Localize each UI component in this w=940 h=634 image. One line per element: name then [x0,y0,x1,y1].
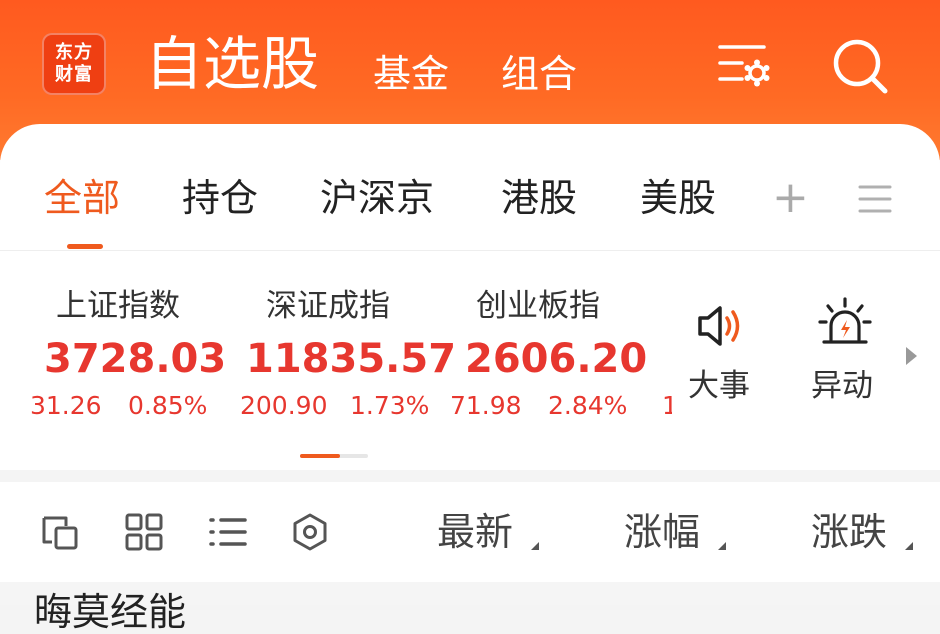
tab-a-shares[interactable]: 沪深京 [320,172,434,224]
page-title[interactable]: 自选股 [145,24,319,104]
market-tabs: 全部 持仓 沪深京 港股 美股 + [0,124,940,251]
main-card: 全部 持仓 沪深京 港股 美股 + 上证指数 3728.03 31.26 0.8… [0,124,940,470]
hexagon-settings-icon[interactable] [290,512,330,552]
list-toolbar: 最新 涨幅 涨跌 [0,482,940,582]
scroll-right-icon[interactable] [904,346,918,366]
clipped-index-text: 1 [662,391,672,420]
sort-indicator-icon [905,542,913,550]
quick-action-label: 大事 [688,368,750,404]
sort-indicator-icon [718,542,726,550]
eastmoney-logo[interactable]: 东方 财富 [42,33,106,95]
index-name: 上证指数 [56,288,180,324]
stock-row-partial[interactable]: 晦莫经能 [34,592,186,632]
index-value: 3728.03 [44,336,227,382]
hamburger-icon[interactable] [858,184,892,214]
list-view-icon[interactable] [208,512,248,552]
index-value: 11835.57 [246,336,457,382]
quick-action-label: 异动 [811,368,873,404]
tab-all[interactable]: 全部 [44,172,120,224]
search-icon[interactable] [832,38,888,94]
header-tab-portfolio[interactable]: 组合 [501,46,577,102]
add-tab-icon[interactable]: + [772,174,809,222]
grid-view-icon[interactable] [124,512,164,552]
pager-active-indicator [300,454,340,458]
sort-indicator-icon [531,542,539,550]
alarm-light-icon [818,297,872,344]
tab-us[interactable]: 美股 [640,172,716,224]
index-change: 200.90 [240,391,328,420]
sort-latest[interactable]: 最新 [437,506,513,558]
index-percent: 1.73% [350,391,430,420]
index-name: 创业板指 [476,288,600,324]
tab-hk[interactable]: 港股 [501,172,577,224]
index-change: 71.98 [450,391,522,420]
settings-list-icon[interactable] [716,38,772,94]
active-tab-indicator [67,244,103,249]
sort-change-percent[interactable]: 涨幅 [624,506,700,558]
index-change: 31.26 [30,391,102,420]
index-percent: 2.84% [548,391,628,420]
card-view-icon[interactable] [40,512,80,552]
index-pager [300,454,368,458]
tab-holdings[interactable]: 持仓 [182,172,258,224]
index-name: 深证成指 [266,288,390,324]
index-percent: 0.85% [128,391,208,420]
sort-change[interactable]: 涨跌 [811,506,887,558]
header-tab-funds[interactable]: 基金 [373,46,449,102]
speaker-icon [698,306,740,346]
index-value: 2606.20 [465,336,648,382]
